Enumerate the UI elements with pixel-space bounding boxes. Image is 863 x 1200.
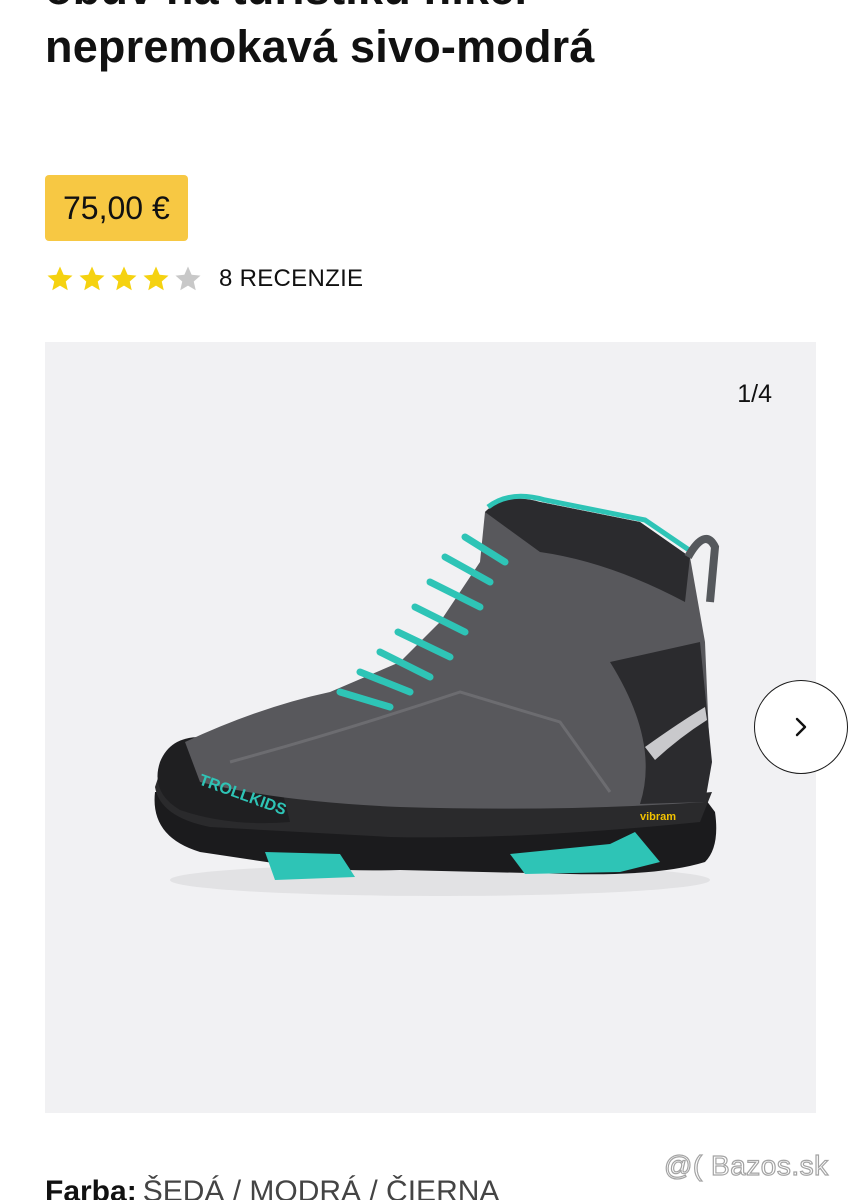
rating[interactable]: 8 RECENZIE	[45, 262, 363, 296]
star-filled-icon	[79, 266, 105, 291]
product-image[interactable]: TROLLKIDS vibram	[140, 492, 730, 912]
svg-text:vibram: vibram	[640, 811, 676, 823]
star-filled-icon	[111, 266, 137, 291]
price-value: 75,00 €	[63, 189, 170, 226]
color-attribute-label: Farba:	[45, 1175, 137, 1200]
color-attribute: Farba: ŠEDÁ / MODRÁ / ČIERNA	[45, 1175, 499, 1200]
price-badge: 75,00 €	[45, 175, 188, 241]
reviews-link[interactable]: 8 RECENZIE	[219, 265, 363, 293]
star-rating	[45, 264, 205, 294]
gallery-counter: 1/4	[737, 380, 772, 408]
product-page: obuv na turistiku hiker nepremokavá sivo…	[0, 0, 863, 1200]
product-title-line-2: nepremokavá sivo-modrá	[45, 21, 595, 72]
star-empty-icon	[175, 266, 201, 291]
star-filled-icon	[143, 266, 169, 291]
chevron-right-icon	[795, 717, 807, 737]
star-filled-icon	[47, 266, 73, 291]
color-attribute-value: ŠEDÁ / MODRÁ / ČIERNA	[142, 1175, 500, 1200]
gallery-next-button[interactable]	[754, 680, 848, 774]
product-gallery[interactable]: 1/4 TROLLKIDS vibram	[45, 342, 816, 1113]
product-title-line-1: obuv na turistiku hiker	[45, 0, 825, 18]
product-title: obuv na turistiku hiker nepremokavá sivo…	[45, 0, 825, 76]
watermark: @( Bazos.sk	[663, 1149, 829, 1181]
